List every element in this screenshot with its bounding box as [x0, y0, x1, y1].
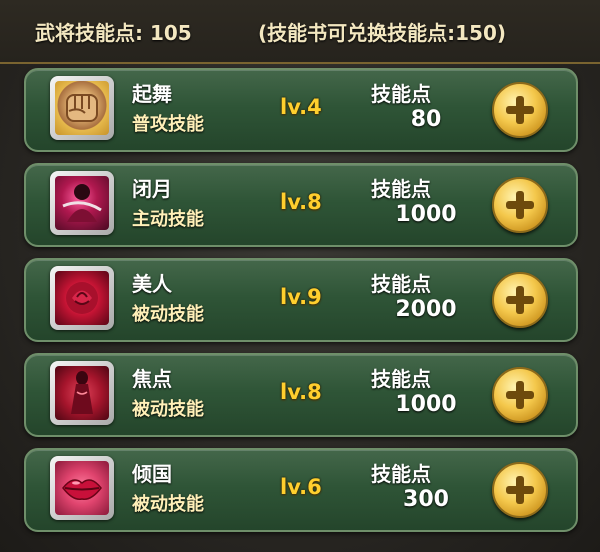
upgrade-plus-button[interactable] — [492, 177, 548, 233]
skill-points-cost: 1000 — [395, 392, 457, 417]
skill-name: 起舞 — [132, 82, 172, 106]
skill-points-label: 技能点 — [371, 82, 431, 106]
skill-type: 普攻技能 — [132, 114, 204, 135]
skill-book-exchange-note: (技能书可兑换技能点:150) — [258, 21, 507, 45]
skill-name: 闭月 — [132, 177, 172, 201]
skill-points-header: 武将技能点: 105 (技能书可兑换技能点:150) — [0, 0, 600, 64]
skill-level: lv.8 — [280, 380, 322, 404]
skill-name: 倾国 — [132, 462, 172, 486]
skill-row: 起舞 普攻技能 lv.4 技能点 80 — [24, 68, 578, 152]
skill-level: lv.9 — [280, 285, 322, 309]
red-dress-icon — [50, 361, 114, 425]
skill-points-label: 技能点 — [371, 272, 431, 296]
skill-row: 焦点 被动技能 lv.8 技能点 1000 — [24, 353, 578, 437]
skill-type: 主动技能 — [132, 209, 204, 230]
skill-points-cost: 2000 — [395, 297, 457, 322]
skill-points-cost: 300 — [403, 487, 449, 512]
skill-name: 焦点 — [132, 367, 172, 391]
hero-skill-points: 武将技能点: 105 — [35, 21, 192, 45]
skill-points-label: 技能点 — [371, 177, 431, 201]
fist-icon — [50, 76, 114, 140]
skill-type: 被动技能 — [132, 494, 204, 515]
skill-level: lv.8 — [280, 190, 322, 214]
upgrade-plus-button[interactable] — [492, 82, 548, 138]
skill-points-label: 技能点 — [371, 367, 431, 391]
upgrade-plus-button[interactable] — [492, 367, 548, 423]
upgrade-plus-button[interactable] — [492, 272, 548, 328]
skill-points-label: 技能点 — [371, 462, 431, 486]
skill-level: lv.6 — [280, 475, 322, 499]
skill-row: 美人 被动技能 lv.9 技能点 2000 — [24, 258, 578, 342]
skill-points-cost: 1000 — [395, 202, 457, 227]
skill-name: 美人 — [132, 272, 172, 296]
skill-row: 闭月 主动技能 lv.8 技能点 1000 — [24, 163, 578, 247]
skill-type: 被动技能 — [132, 304, 204, 325]
skill-points-cost: 80 — [410, 107, 442, 132]
skill-type: 被动技能 — [132, 399, 204, 420]
skill-level: lv.4 — [280, 95, 322, 119]
moon-figure-icon — [50, 171, 114, 235]
skill-row: 倾国 被动技能 lv.6 技能点 300 — [24, 448, 578, 532]
lips-icon — [50, 456, 114, 520]
upgrade-plus-button[interactable] — [492, 462, 548, 518]
rose-icon — [50, 266, 114, 330]
